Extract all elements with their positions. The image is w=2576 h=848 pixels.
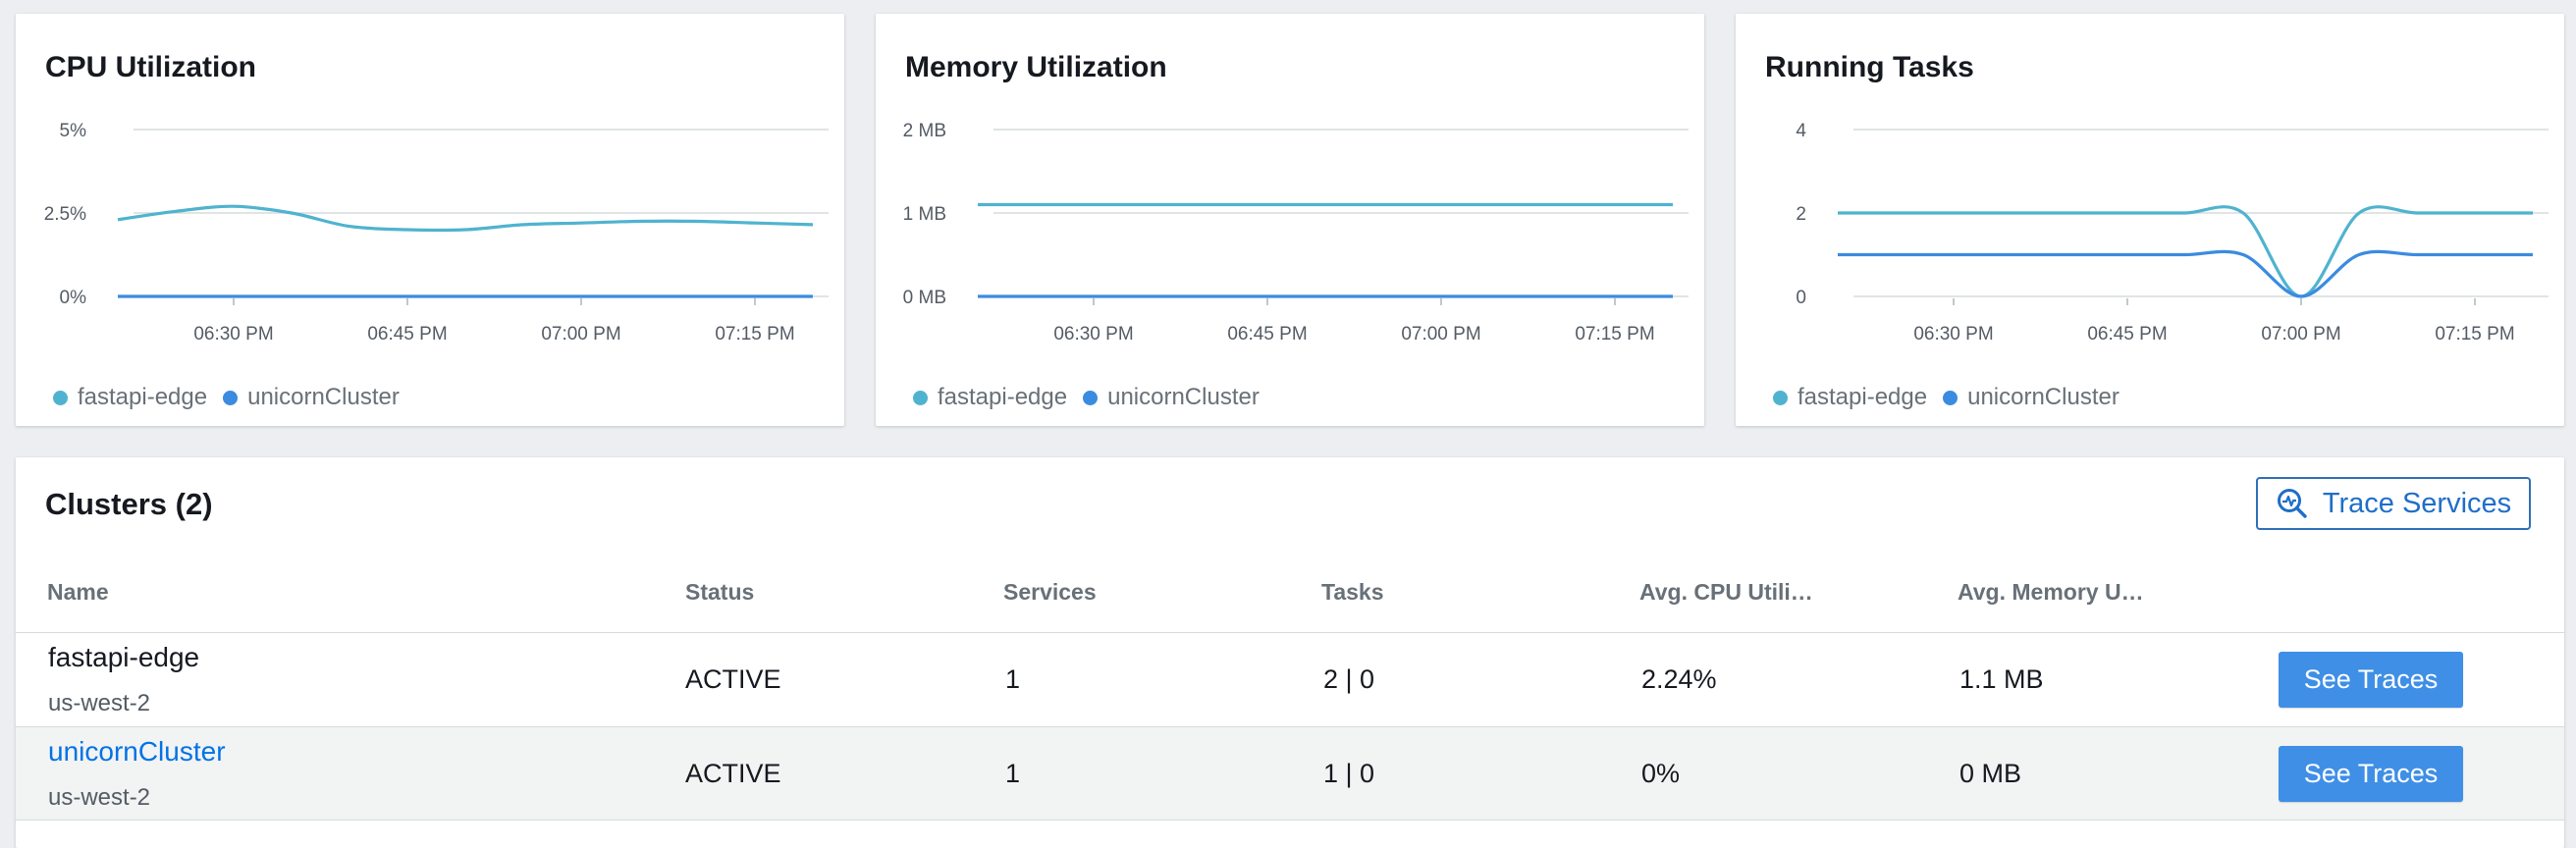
x-tick-label: 07:15 PM — [1575, 324, 1654, 344]
cluster-status: ACTIVE — [685, 759, 781, 788]
cluster-avg-memory: 1.1 MB — [1959, 664, 2044, 694]
x-tick-label: 06:30 PM — [193, 324, 273, 344]
legend-dot — [1943, 390, 1959, 405]
chart-legend: fastapi-edge unicornCluster — [53, 384, 400, 411]
memory-utilization-card: Memory Utilization 0 MB 1 MB 2 MB 06:30 PM 0… — [876, 14, 1704, 426]
table-row: unicornCluster us-west-2 ACTIVE 1 1 | 0 … — [16, 726, 2564, 821]
legend-item-fastapi-edge[interactable]: fastapi-edge — [53, 384, 207, 411]
clusters-title: Clusters (2) — [45, 487, 213, 521]
y-tick-label: 5% — [60, 121, 87, 141]
legend-label: fastapi-edge — [1798, 384, 1928, 410]
x-tick-label: 07:15 PM — [715, 324, 794, 344]
legend-label: fastapi-edge — [78, 384, 208, 410]
column-header-tasks[interactable]: Tasks — [1321, 579, 1384, 606]
cluster-region: us-west-2 — [48, 690, 151, 716]
see-traces-button[interactable]: See Traces — [2279, 652, 2463, 708]
y-tick-label: 0 MB — [903, 288, 946, 308]
y-tick-label: 0% — [60, 288, 87, 308]
cluster-name: fastapi-edge — [48, 642, 200, 672]
series-line-fastapi-edge — [1838, 205, 2533, 298]
cluster-services: 1 — [1005, 759, 1021, 788]
legend-dot — [913, 390, 928, 405]
column-header-avg-memory[interactable]: Avg. Memory U… — [1958, 579, 2144, 606]
chart-legend: fastapi-edge unicornCluster — [913, 384, 1260, 411]
column-header-avg-cpu[interactable]: Avg. CPU Utili… — [1639, 579, 1813, 606]
series-line-unicorncluster — [1837, 249, 2533, 298]
table-row: fastapi-edge us-west-2 ACTIVE 1 2 | 0 2.… — [16, 632, 2564, 726]
legend-item-unicorncluster[interactable]: unicornCluster — [223, 384, 400, 411]
x-tick-label: 06:45 PM — [1227, 324, 1307, 344]
y-tick-label: 0 — [1796, 288, 1806, 308]
cluster-status: ACTIVE — [685, 664, 781, 694]
x-tick-label: 06:30 PM — [1053, 324, 1133, 344]
trace-services-label: Trace Services — [2322, 487, 2512, 519]
cpu-utilization-card: CPU Utilization 0% 2.5% 5% 06:30 PM 06:45 PM… — [16, 14, 844, 426]
legend-item-unicorncluster[interactable]: unicornCluster — [1943, 384, 2120, 411]
x-tick-label: 07:00 PM — [2261, 324, 2340, 344]
cluster-avg-cpu: 0% — [1641, 759, 1681, 788]
legend-dot — [1083, 390, 1099, 405]
column-header-status[interactable]: Status — [685, 579, 754, 606]
clusters-panel: Clusters (2) Trace Services Name Status … — [16, 457, 2564, 848]
chart-legend: fastapi-edge unicornCluster — [1773, 384, 2120, 411]
x-tick-label: 06:30 PM — [1913, 324, 1993, 344]
table-divider — [16, 820, 2564, 821]
cluster-region: us-west-2 — [48, 784, 151, 811]
running-tasks-card: Running Tasks 0 2 4 06:30 PM 06:45 PM 07:00 P… — [1736, 14, 2564, 426]
running-tasks-chart: 0 2 4 06:30 PM 06:45 PM 07:00 PM 07:15 PM — [1796, 121, 2549, 344]
column-header-name[interactable]: Name — [47, 579, 109, 606]
trace-services-button[interactable]: Trace Services — [2256, 477, 2531, 530]
legend-dot — [53, 390, 68, 405]
trace-search-icon — [2276, 487, 2309, 520]
legend-label: unicornCluster — [247, 384, 400, 410]
legend-dot — [1773, 390, 1788, 405]
y-tick-label: 2.5% — [44, 204, 86, 225]
column-header-services[interactable]: Services — [1003, 579, 1097, 606]
cpu-utilization-chart: 0% 2.5% 5% 06:30 PM 06:45 PM 07:00 PM 07:15 PM — [44, 121, 829, 344]
legend-item-fastapi-edge[interactable]: fastapi-edge — [913, 384, 1067, 411]
legend-label: unicornCluster — [1967, 384, 2120, 410]
legend-label: fastapi-edge — [938, 384, 1068, 410]
x-tick-label: 07:00 PM — [541, 324, 620, 344]
x-tick-label: 07:15 PM — [2435, 324, 2514, 344]
x-tick-label: 06:45 PM — [2087, 324, 2167, 344]
cluster-tasks: 1 | 0 — [1323, 759, 1375, 788]
cluster-services: 1 — [1005, 664, 1021, 694]
legend-label: unicornCluster — [1107, 384, 1260, 410]
cluster-avg-cpu: 2.24% — [1641, 664, 1717, 694]
legend-item-unicorncluster[interactable]: unicornCluster — [1083, 384, 1260, 411]
cluster-name-link[interactable]: unicornCluster — [48, 736, 226, 768]
cluster-avg-memory: 0 MB — [1959, 759, 2022, 788]
y-tick-label: 1 MB — [903, 204, 946, 225]
memory-utilization-chart: 0 MB 1 MB 2 MB 06:30 PM 06:45 PM 07:00 PM 07:1… — [903, 121, 1689, 344]
x-tick-label: 06:45 PM — [367, 324, 447, 344]
cluster-tasks: 2 | 0 — [1323, 664, 1375, 694]
legend-item-fastapi-edge[interactable]: fastapi-edge — [1773, 384, 1927, 411]
y-tick-label: 2 MB — [903, 121, 946, 141]
y-tick-label: 2 — [1796, 204, 1806, 225]
y-tick-label: 4 — [1796, 121, 1806, 141]
x-tick-label: 07:00 PM — [1401, 324, 1480, 344]
see-traces-button[interactable]: See Traces — [2279, 746, 2463, 802]
legend-dot — [223, 390, 239, 405]
series-line-fastapi-edge — [117, 204, 814, 233]
